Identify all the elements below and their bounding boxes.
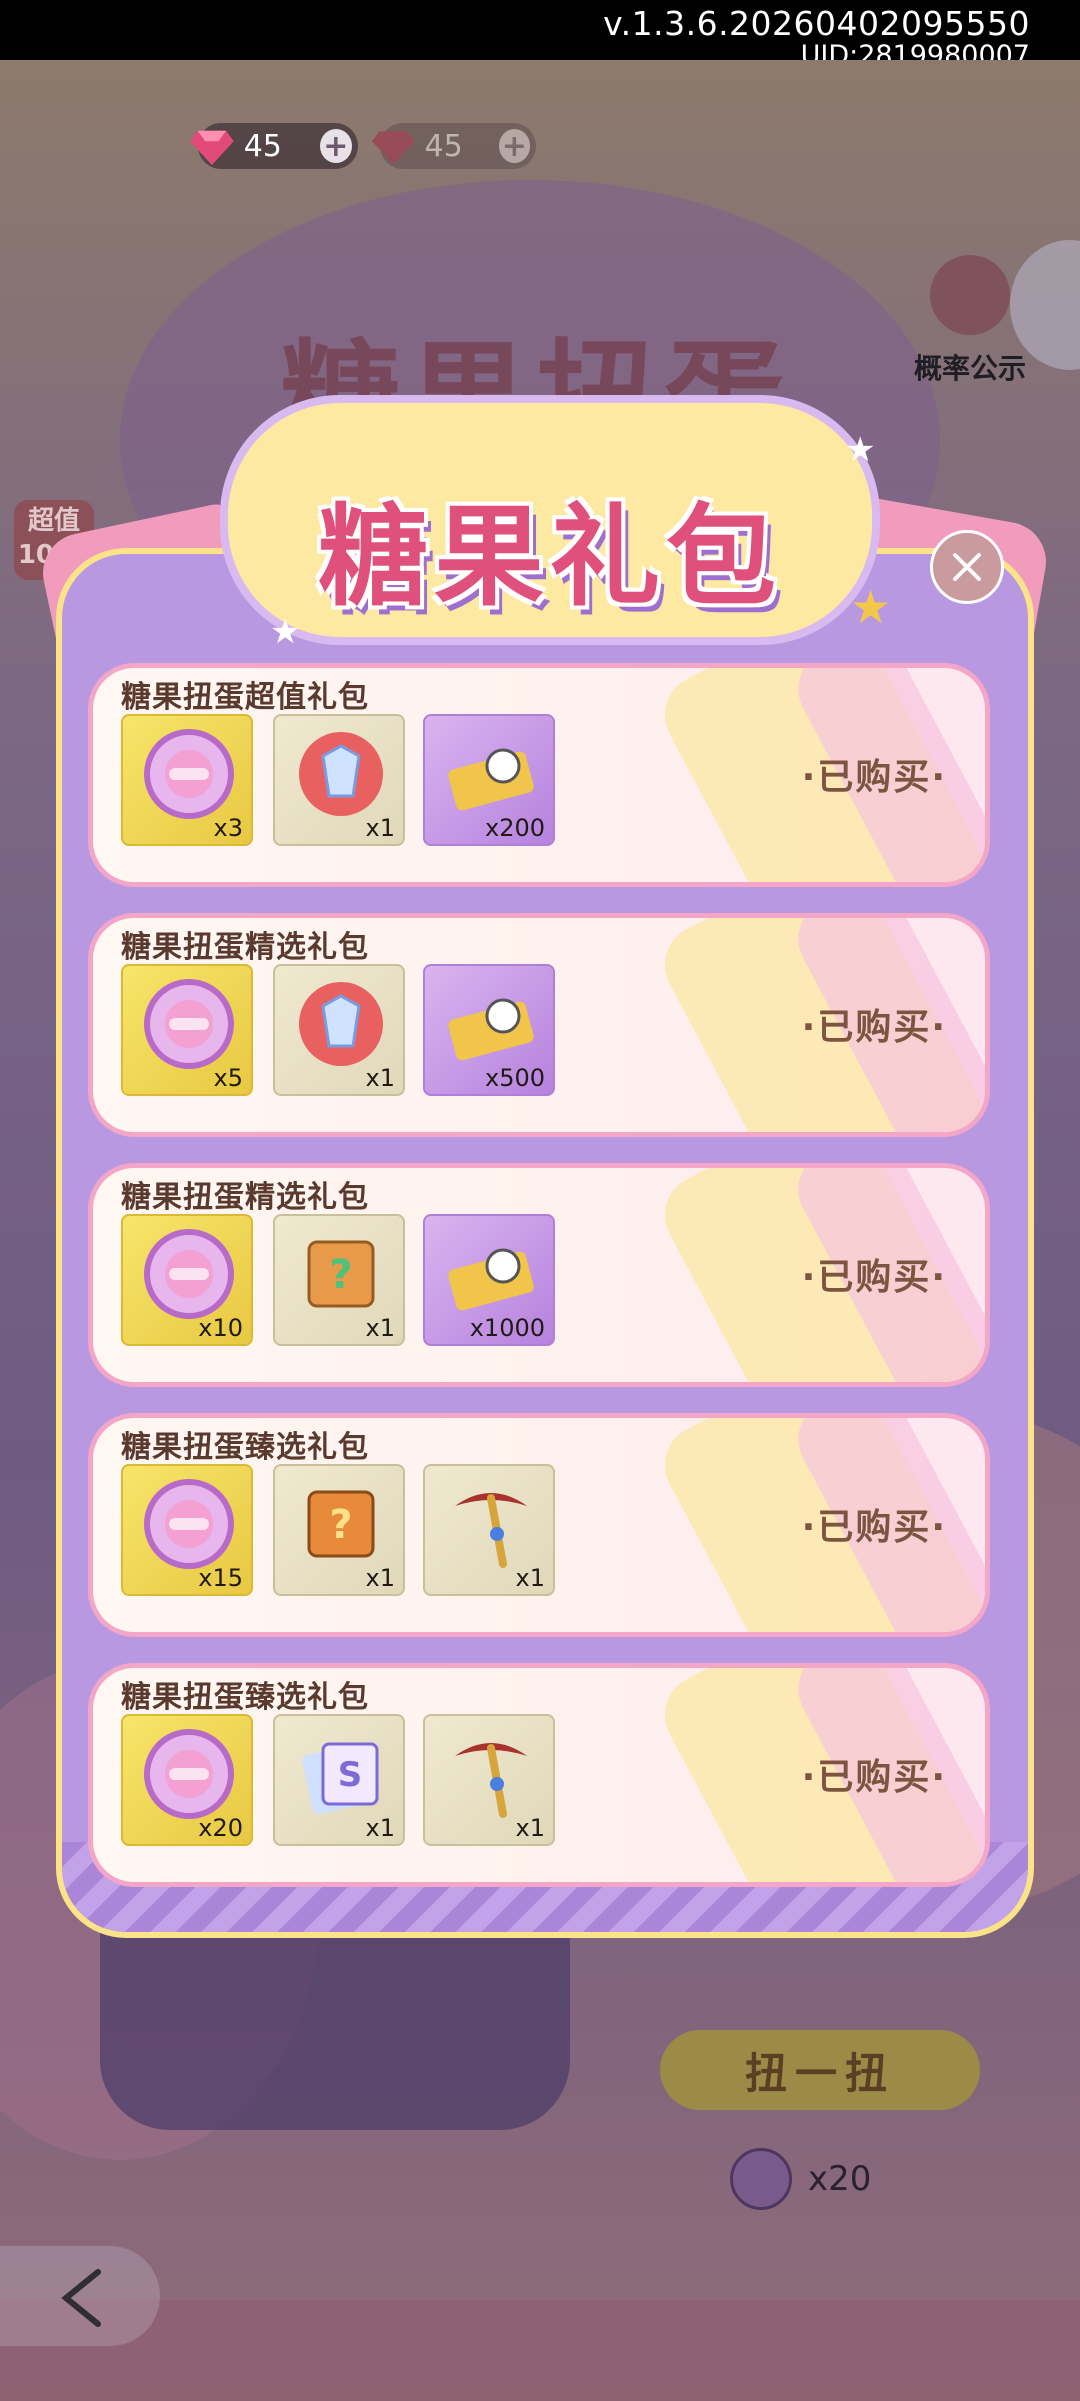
item-quantity: x3: [213, 814, 243, 842]
gem-amount-secondary: 45: [424, 128, 463, 164]
item-quantity: x1000: [469, 1314, 545, 1342]
pink-gem-icon: [190, 130, 234, 166]
pickaxe-icon: [455, 1743, 527, 1818]
reward-item-candy-coin[interactable]: x15: [121, 1464, 253, 1596]
twist-button[interactable]: 扭一扭: [660, 2030, 980, 2110]
item-quantity: x5: [213, 1064, 243, 1092]
item-quantity: x500: [484, 1064, 545, 1092]
modal-header: 糖果礼包: [220, 395, 880, 645]
purchased-status: ·已购买·: [801, 1507, 947, 1548]
reward-item-ticket[interactable]: x200: [423, 714, 555, 846]
item-quantity: x1: [365, 1564, 395, 1592]
pack-name: 糖果扭蛋臻选礼包: [121, 1680, 369, 1715]
item-quantity: x1: [365, 1314, 395, 1342]
pickaxe-icon: [455, 1493, 527, 1568]
reward-item-mystery-box[interactable]: ? x1: [273, 1214, 405, 1346]
reward-item-candy-coin[interactable]: x20: [121, 1714, 253, 1846]
candy-coin-icon: [144, 1479, 234, 1569]
status-bar: v.1.3.6.20260402095550 UID:2819980007: [0, 0, 1080, 71]
star-icon: ★: [270, 612, 301, 652]
candy-coin-icon: [144, 729, 234, 819]
ticket-icon: [448, 748, 534, 811]
svg-text:?: ?: [329, 1252, 352, 1298]
star-icon: ★: [850, 580, 892, 634]
reward-item-ticket[interactable]: x1000: [423, 1214, 555, 1346]
item-quantity: x10: [198, 1314, 243, 1342]
item-quantity: x1: [515, 1564, 545, 1592]
pack-name: 糖果扭蛋精选礼包: [121, 930, 369, 965]
close-button[interactable]: [930, 530, 1004, 604]
pack-name: 糖果扭蛋臻选礼包: [121, 1430, 369, 1465]
version-text: v.1.3.6.20260402095550: [603, 4, 1030, 43]
twist-cost-amount: x20: [808, 2159, 872, 2199]
close-icon: [953, 553, 981, 581]
reward-item-mystery-box[interactable]: ? x1: [273, 1464, 405, 1596]
reward-item-pickaxe[interactable]: x1: [423, 1714, 555, 1846]
modal-title: 糖果礼包: [318, 492, 782, 621]
purchased-status: ·已购买·: [801, 1007, 947, 1048]
reward-item-cards[interactable]: S x1: [273, 1714, 405, 1846]
gem-amount: 45: [243, 128, 282, 164]
ticket-icon: [448, 998, 534, 1061]
probability-icon: [930, 255, 1010, 335]
gift-pack-card[interactable]: 糖果扭蛋精选礼包 x5 x1 x500 ·已购买·: [88, 913, 990, 1137]
cards-icon: S: [302, 1742, 379, 1814]
pack-name: 糖果扭蛋精选礼包: [121, 1180, 369, 1215]
crystal-icon: [299, 732, 383, 816]
reward-item-candy-coin[interactable]: x5: [121, 964, 253, 1096]
reward-item-crystal[interactable]: x1: [273, 714, 405, 846]
purchased-status: ·已购买·: [801, 1257, 947, 1298]
item-quantity: x20: [198, 1814, 243, 1842]
probability-label: 概率公示: [913, 352, 1026, 385]
crystal-icon: [299, 982, 383, 1066]
item-quantity: x15: [198, 1564, 243, 1592]
item-quantity: x1: [365, 1064, 395, 1092]
gift-pack-card[interactable]: 糖果扭蛋超值礼包 x3 x1 x200 ·已购买·: [88, 663, 990, 887]
red-gem-icon: [372, 131, 415, 165]
gem-counter: 45 +: [190, 123, 358, 169]
purchased-status: ·已购买·: [801, 757, 947, 798]
reward-item-ticket[interactable]: x500: [423, 964, 555, 1096]
gift-pack-card[interactable]: 糖果扭蛋精选礼包 x10 ? x1 x1000 ·已购买·: [88, 1163, 990, 1387]
item-quantity: x1: [365, 814, 395, 842]
svg-text:S: S: [338, 1755, 363, 1795]
gift-pack-card[interactable]: 糖果扭蛋臻选礼包 x20 S x1 x1 ·已购买·: [88, 1663, 990, 1887]
purchased-status: ·已购买·: [801, 1757, 947, 1798]
reward-item-crystal[interactable]: x1: [273, 964, 405, 1096]
candy-coin-icon: [144, 1729, 234, 1819]
ticket-icon: [448, 1248, 534, 1311]
mystery-box-icon: ?: [307, 1240, 375, 1308]
bottom-band: [0, 2300, 1080, 2401]
pack-name: 糖果扭蛋超值礼包: [121, 680, 369, 715]
twist-cost: x20: [730, 2148, 871, 2210]
item-quantity: x1: [515, 1814, 545, 1842]
add-gem-secondary-button[interactable]: +: [498, 129, 530, 164]
candy-coin-icon: [144, 1229, 234, 1319]
svg-text:?: ?: [329, 1502, 352, 1548]
reward-item-pickaxe[interactable]: x1: [423, 1464, 555, 1596]
item-quantity: x1: [365, 1814, 395, 1842]
candy-coin-icon: [144, 979, 234, 1069]
gem-counter-secondary: 45 +: [372, 123, 536, 169]
item-quantity: x200: [484, 814, 545, 842]
mystery-box-icon: ?: [307, 1490, 375, 1558]
star-icon: ★: [845, 430, 876, 470]
reward-item-candy-coin[interactable]: x3: [121, 714, 253, 846]
gift-pack-card[interactable]: 糖果扭蛋臻选礼包 x15 ? x1 x1 ·已购买·: [88, 1413, 990, 1637]
candy-coin-icon: [730, 2148, 792, 2210]
reward-item-candy-coin[interactable]: x10: [121, 1214, 253, 1346]
add-gem-button[interactable]: +: [319, 129, 352, 164]
back-button[interactable]: [0, 2246, 160, 2346]
back-arrow-icon: [61, 2269, 101, 2327]
